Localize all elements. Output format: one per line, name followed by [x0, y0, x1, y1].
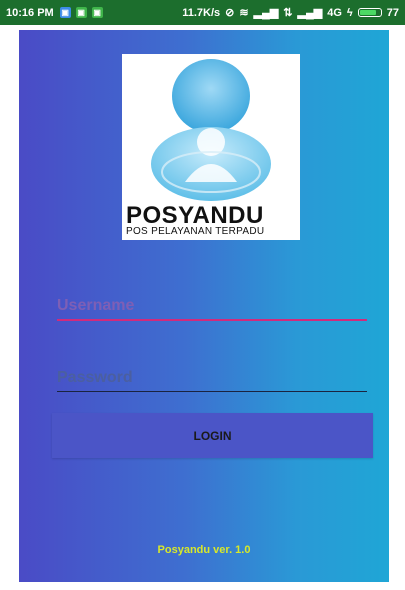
- signal-icon: ▂▄▆: [253, 7, 279, 19]
- app-notification-icon-2: ▣: [91, 7, 103, 18]
- app-notification-icon: ▣: [75, 7, 87, 18]
- status-bar: 10:16 PM ▣ ▣ ▣ 11.7K/s ⊘ ≋ ▂▄▆ ⇅ ▂▄▆ 4G …: [0, 0, 405, 25]
- charging-icon: ϟ: [346, 6, 353, 19]
- login-button[interactable]: LOGIN: [52, 413, 373, 458]
- brand-subtitle: POS PELAYANAN TERPADU: [126, 226, 265, 237]
- battery-percent: 77: [386, 6, 399, 19]
- network-type: 4G: [327, 6, 342, 19]
- status-indicators: 11.7K/s ⊘ ≋ ▂▄▆ ⇅ ▂▄▆ 4G ϟ 77: [182, 6, 399, 20]
- wifi-icon: ≋: [239, 7, 249, 19]
- password-input[interactable]: Password: [57, 364, 367, 392]
- signal-icon-2: ▂▄▆: [297, 7, 323, 19]
- username-input[interactable]: Username: [57, 293, 367, 321]
- status-time: 10:16 PM: [6, 6, 54, 19]
- version-text: Posyandu ver. 1.0: [157, 544, 251, 556]
- posyandu-logo: POSYANDU POS PELAYANAN TERPADU: [122, 54, 300, 240]
- battery-icon: [357, 8, 382, 17]
- brand-name: POSYANDU: [126, 202, 264, 229]
- data-transfer-icon: ⇅: [283, 7, 293, 19]
- network-speed: 11.7K/s: [182, 6, 221, 19]
- mute-icon: ⊘: [225, 7, 235, 19]
- login-button-label: LOGIN: [193, 428, 232, 443]
- login-screen: POSYANDU POS PELAYANAN TERPADU Username …: [19, 30, 389, 582]
- notification-icon: ▣: [59, 7, 71, 18]
